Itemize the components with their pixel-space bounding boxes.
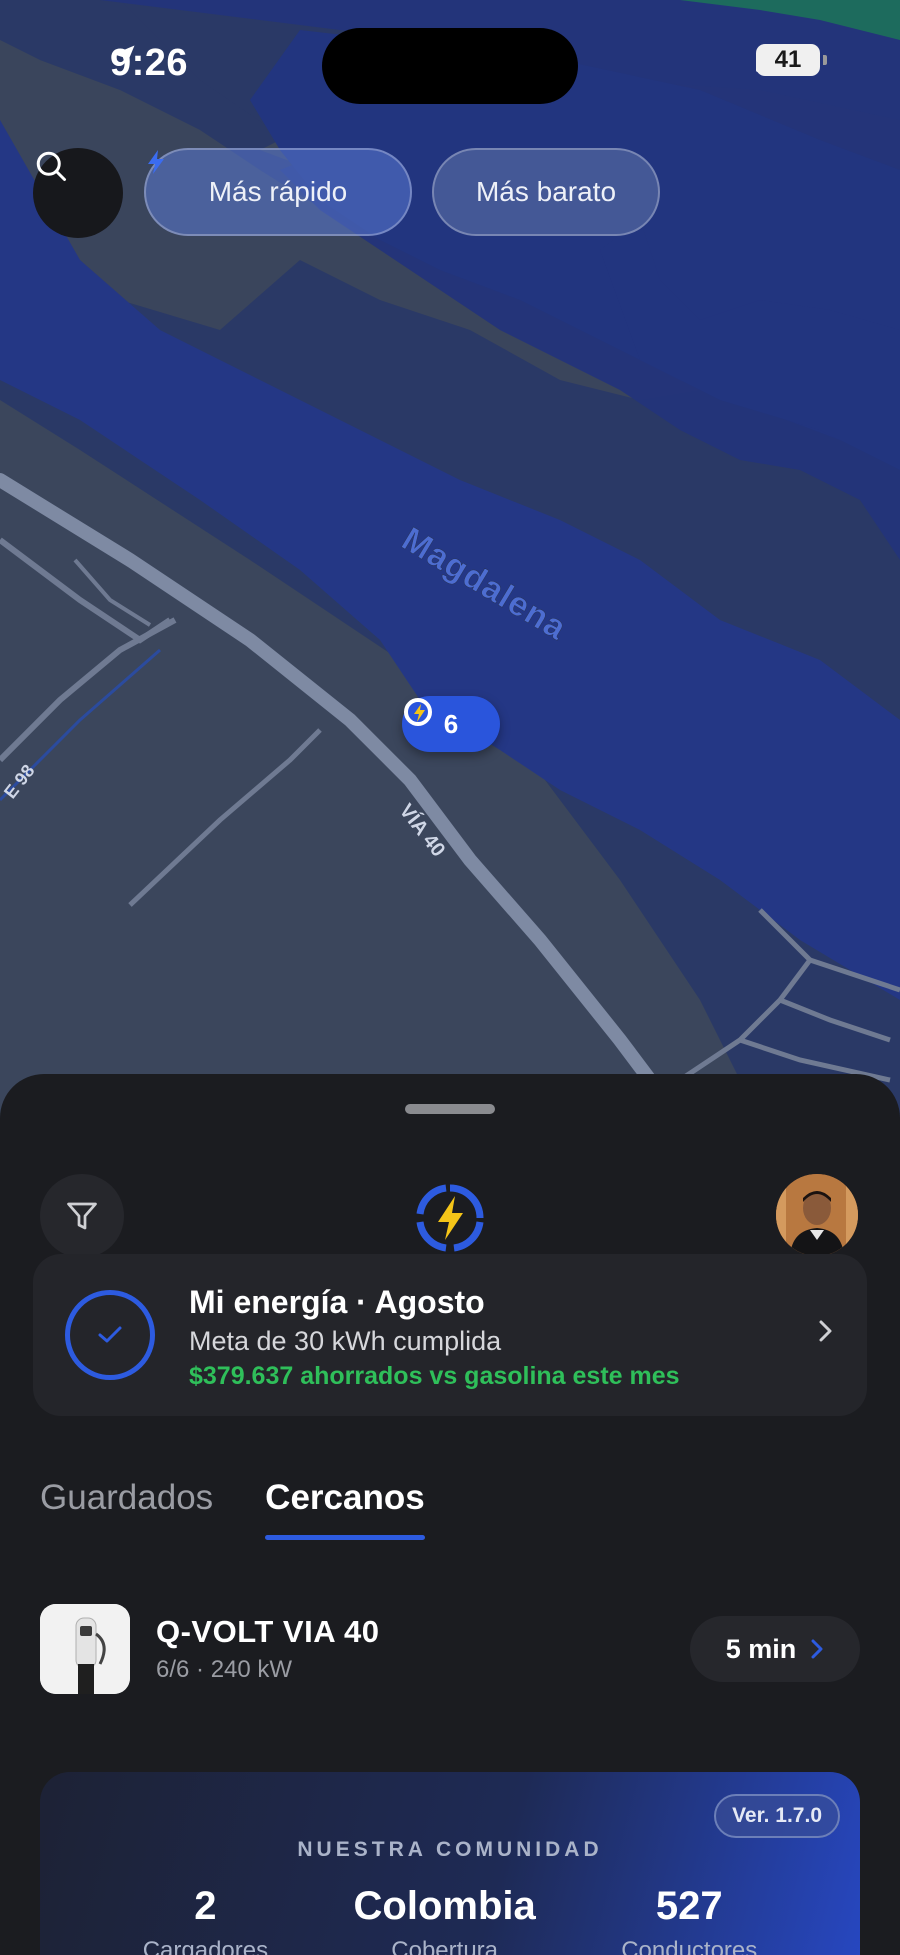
community-title: NUESTRA COMUNIDAD [297,1838,603,1861]
dynamic-island [322,28,578,104]
stat-drivers: 527 Conductores [621,1884,757,1955]
stat-label: Cargadores [142,1937,269,1955]
station-eta-button[interactable]: 5 min [690,1616,860,1682]
stat-chargers: 2 Cargadores [143,1884,268,1955]
stat-coverage: Colombia Cobertura [354,1884,536,1955]
chevron-right-icon [811,1639,823,1659]
energy-savings-text: $379.637 ahorrados vs gasolina este mes [189,1362,680,1390]
energy-summary-card[interactable]: Mi energía · Agosto Meta de 30 kWh cumpl… [33,1254,867,1416]
funnel-icon [67,1202,97,1230]
energy-goal-ring [65,1290,155,1380]
energy-goal-text: Meta de 30 kWh cumplida [189,1326,502,1356]
stat-label: Cobertura [391,1937,499,1955]
location-arrow-icon [113,45,135,67]
version-badge: Ver. 1.7.0 [714,1794,840,1838]
stat-value: 2 [194,1884,217,1928]
battery-indicator: 41 [756,44,827,76]
qvolt-logo-icon [404,698,432,726]
check-icon [98,1326,122,1343]
chevron-right-icon [819,1320,832,1342]
station-thumbnail [40,1604,130,1694]
tab-cercanos[interactable]: Cercanos [265,1478,425,1540]
community-stats: 2 Cargadores Colombia Cobertura 527 Cond… [40,1884,860,1955]
station-name: Q-VOLT VIA 40 [156,1614,380,1649]
search-button[interactable] [33,148,123,238]
status-indicators: 41 [756,44,827,76]
filter-chip-fastest-label: Más rápido [208,176,348,207]
charger-image [40,1604,130,1694]
stat-value: Colombia [353,1884,536,1928]
stat-value: 527 [655,1884,723,1928]
energy-title: Mi energía · Agosto [189,1284,485,1320]
community-card: Ver. 1.7.0 NUESTRA COMUNIDAD 2 Cargadore… [40,1772,860,1955]
status-time: 9:26 [110,42,188,85]
stat-label: Conductores [621,1937,758,1955]
bolt-icon [148,150,164,174]
station-pin-count: 6 [443,708,459,739]
filter-chip-cheapest[interactable]: Más barato [432,148,660,236]
sheet-drag-handle[interactable] [405,1104,495,1114]
map-view[interactable]: 9:26 41 Más rápido Más barato Magdalena … [0,0,900,1120]
station-list-item[interactable]: Q-VOLT VIA 40 6/6 · 240 kW 5 min [40,1604,860,1698]
station-map-pin[interactable]: 6 [402,696,500,752]
tab-guardados[interactable]: Guardados [40,1478,213,1540]
station-tabs: Guardados Cercanos [40,1478,425,1540]
filter-chip-cheapest-label: Más barato [475,176,617,207]
profile-photo [776,1174,858,1256]
station-eta: 5 min [725,1633,797,1664]
filter-chip-fastest[interactable]: Más rápido [144,148,412,236]
battery-level: 41 [774,46,802,73]
avatar[interactable] [776,1174,858,1256]
bottom-sheet[interactable]: Mi energía · Agosto Meta de 30 kWh cumpl… [0,1074,900,1955]
filter-button[interactable] [40,1174,124,1258]
station-availability: 6/6 · 240 kW [156,1656,293,1683]
search-icon [36,151,66,181]
qvolt-logo [416,1184,484,1252]
